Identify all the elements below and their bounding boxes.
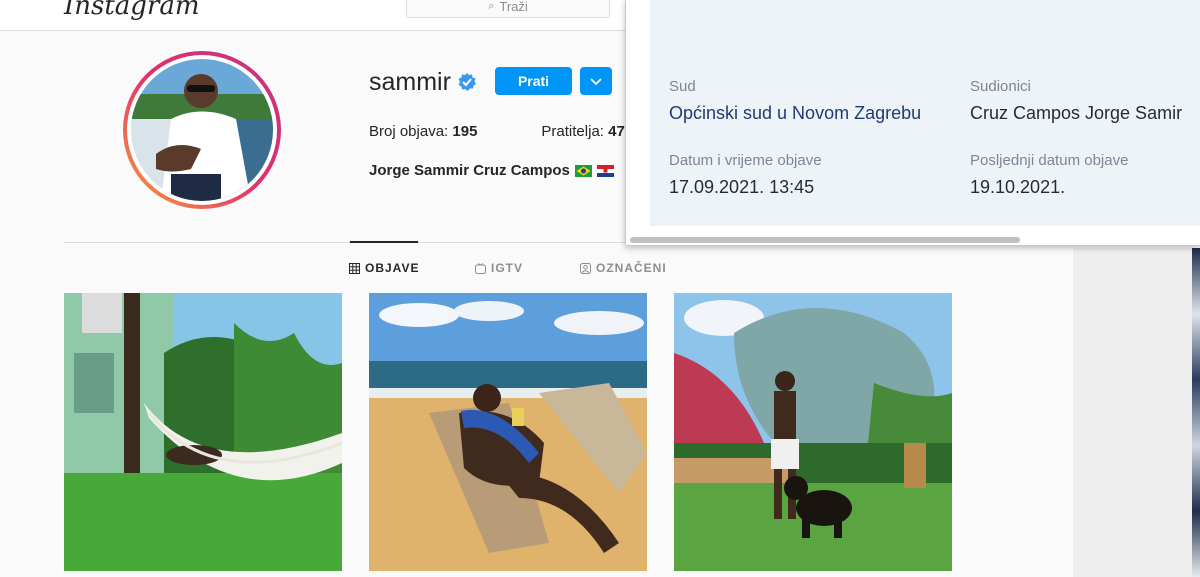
search-icon: ⌕ <box>488 0 495 12</box>
field-publish-datetime-value: 17.09.2021. 13:45 <box>669 177 815 197</box>
field-publish-datetime: Datum i vrijeme objave 17.09.2021. 13:45 <box>669 152 822 198</box>
active-tab-indicator <box>350 241 418 243</box>
tab-posts-label: OBJAVE <box>365 261 420 275</box>
tab-igtv[interactable]: IGTV <box>475 261 523 275</box>
tab-tagged[interactable]: OZNAČENI <box>580 261 667 275</box>
court-link[interactable]: Općinski sud u Novom Zagrebu <box>669 103 921 124</box>
court-info-window: Sud Općinski sud u Novom Zagrebu Sudioni… <box>625 0 1200 246</box>
avatar-photo <box>131 59 273 201</box>
posts-count-label: Broj objava: <box>369 123 449 140</box>
tab-tagged-label: OZNAČENI <box>596 261 667 275</box>
post-image-hammock <box>64 293 342 571</box>
instagram-logo[interactable]: Instagram <box>64 0 200 21</box>
profile-tabs: OBJAVE IGTV OZNAČENI <box>349 261 666 275</box>
profile-full-name: Jorge Sammir Cruz Campos <box>369 162 614 179</box>
followers-count-label: Pratitelja: <box>541 123 604 140</box>
field-participants: Sudionici Cruz Campos Jorge Samir <box>970 78 1182 124</box>
post-thumbnail[interactable] <box>674 293 952 571</box>
post-image-garden-dog <box>674 293 952 571</box>
field-publish-datetime-label: Datum i vrijeme objave <box>669 152 822 169</box>
field-court: Sud Općinski sud u Novom Zagrebu <box>669 78 921 124</box>
brazil-flag-icon <box>574 164 592 177</box>
post-image-beach <box>369 293 647 571</box>
field-last-publish-date-label: Posljednji datum objave <box>970 152 1129 169</box>
horizontal-scrollbar[interactable] <box>630 237 1020 243</box>
field-participants-label: Sudionici <box>970 78 1031 95</box>
posts-count-value: 195 <box>452 123 478 140</box>
avatar <box>131 59 273 201</box>
field-last-publish-date-value: 19.10.2021. <box>970 177 1066 197</box>
background-window-strip <box>1192 248 1200 577</box>
igtv-icon <box>475 262 486 274</box>
field-participants-value: Cruz Campos Jorge Samir <box>970 103 1183 123</box>
post-thumbnail[interactable] <box>369 293 647 571</box>
search-input[interactable]: ⌕ Traži <box>406 0 610 18</box>
more-options-button[interactable] <box>580 67 612 95</box>
field-last-publish-date: Posljednji datum objave 19.10.2021. <box>970 152 1128 198</box>
search-placeholder: Traži <box>499 0 528 14</box>
tab-igtv-label: IGTV <box>491 261 524 275</box>
croatia-flag-icon <box>596 164 614 177</box>
follow-button[interactable]: Prati <box>495 67 572 95</box>
side-gray-panel <box>1073 248 1193 577</box>
post-thumbnail[interactable] <box>64 293 342 571</box>
court-info-card: Sud Općinski sud u Novom Zagrebu Sudioni… <box>650 0 1200 226</box>
chevron-down-icon <box>590 77 602 85</box>
grid-icon <box>349 262 360 274</box>
posts-count: Broj objava: 195 <box>369 123 477 140</box>
profile-username: sammir <box>369 68 451 96</box>
verified-badge-icon <box>458 73 476 91</box>
full-name-text: Jorge Sammir Cruz Campos <box>369 162 570 179</box>
tagged-icon <box>580 262 591 274</box>
tab-posts[interactable]: OBJAVE <box>349 261 419 275</box>
field-court-label: Sud <box>669 78 696 95</box>
profile-avatar[interactable] <box>123 51 281 209</box>
